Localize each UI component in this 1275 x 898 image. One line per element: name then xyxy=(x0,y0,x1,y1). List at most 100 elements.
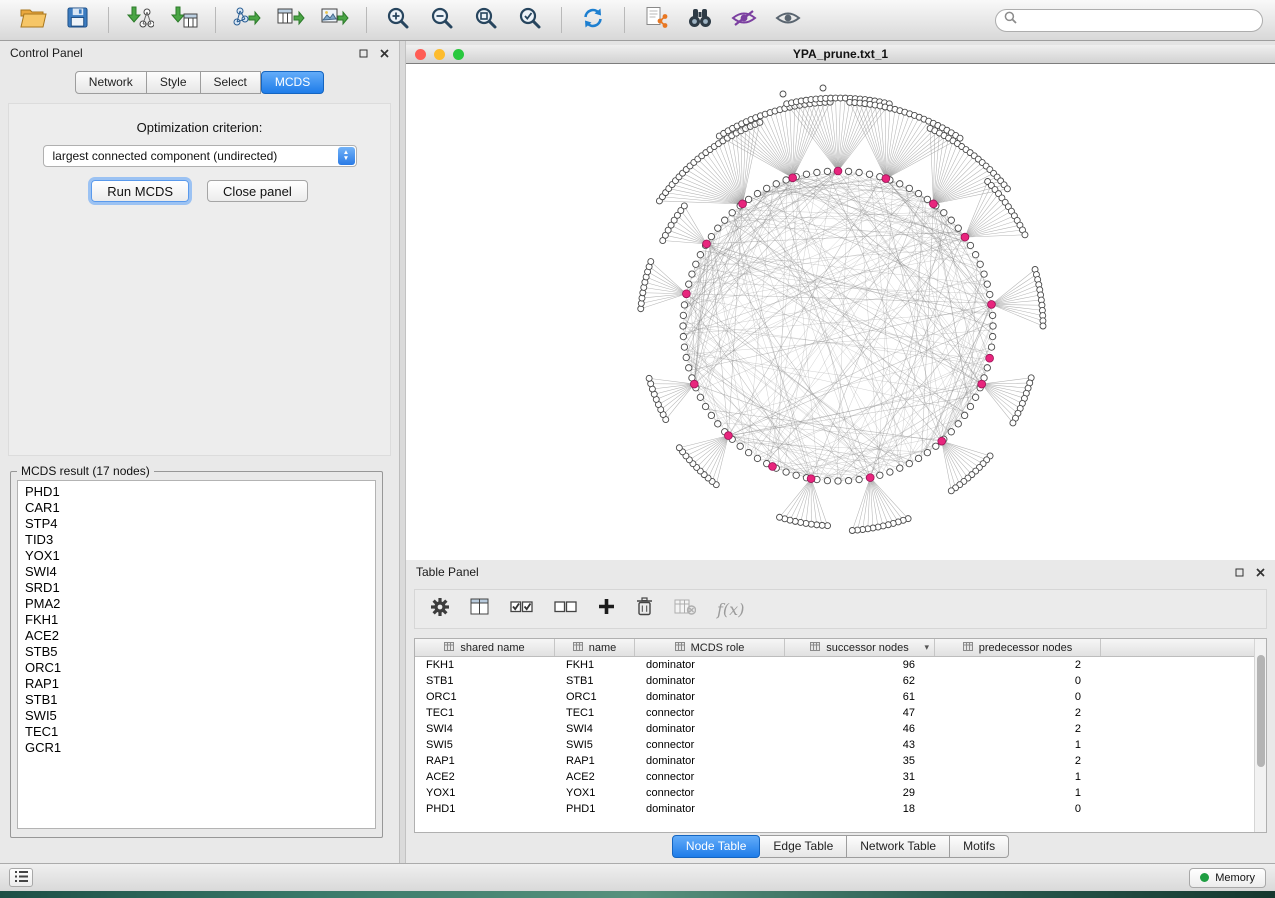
column-header-MCDS-role[interactable]: MCDS role xyxy=(635,639,785,656)
network-window-titlebar[interactable]: YPA_prune.txt_1 xyxy=(406,45,1275,64)
maximize-window-icon[interactable] xyxy=(453,49,464,60)
memory-button[interactable]: Memory xyxy=(1189,868,1266,888)
tab-edge-table[interactable]: Edge Table xyxy=(760,835,847,858)
zoom-in-icon xyxy=(386,6,410,35)
zoom-out-button[interactable] xyxy=(421,4,463,36)
cell-successor_nodes: 43 xyxy=(785,737,935,753)
tab-network[interactable]: Network xyxy=(75,71,147,94)
deselect-all-rows-button[interactable] xyxy=(554,599,577,619)
column-header-predecessor-nodes[interactable]: predecessor nodes xyxy=(935,639,1101,656)
export-table-button[interactable] xyxy=(270,4,312,36)
result-item[interactable]: PMA2 xyxy=(25,596,375,612)
cell-predecessor_nodes: 1 xyxy=(935,737,1101,753)
table-row[interactable]: PHD1PHD1dominator180 xyxy=(415,801,1254,817)
show-all-button[interactable] xyxy=(767,4,809,36)
tab-motifs[interactable]: Motifs xyxy=(950,835,1009,858)
control-panel-title: Control Panel xyxy=(10,46,83,60)
close-panel-icon[interactable] xyxy=(380,49,389,58)
cell-mcds_role: connector xyxy=(635,737,785,753)
open-file-button[interactable] xyxy=(12,4,54,36)
network-merge-button[interactable] xyxy=(635,4,677,36)
cell-mcds_role: dominator xyxy=(635,721,785,737)
table-scrollbar[interactable] xyxy=(1254,639,1266,832)
result-item[interactable]: SWI4 xyxy=(25,564,375,580)
float-panel-icon[interactable] xyxy=(359,49,368,58)
cell-name: STB1 xyxy=(555,673,635,689)
plus-icon xyxy=(598,598,615,620)
result-item[interactable]: ACE2 xyxy=(25,628,375,644)
mcds-result-list[interactable]: PHD1CAR1STP4TID3YOX1SWI4SRD1PMA2FKH1ACE2… xyxy=(17,480,376,829)
table-row[interactable]: STB1STB1dominator620 xyxy=(415,673,1254,689)
result-item[interactable]: YOX1 xyxy=(25,548,375,564)
cell-successor_nodes: 62 xyxy=(785,673,935,689)
table-row[interactable]: SWI4SWI4dominator462 xyxy=(415,721,1254,737)
cell-mcds_role: connector xyxy=(635,705,785,721)
result-item[interactable]: RAP1 xyxy=(25,676,375,692)
table-row[interactable]: SWI5SWI5connector431 xyxy=(415,737,1254,753)
result-item[interactable]: SRD1 xyxy=(25,580,375,596)
result-item[interactable]: STP4 xyxy=(25,516,375,532)
cell-name: PHD1 xyxy=(555,801,635,817)
export-network-button[interactable] xyxy=(226,4,268,36)
result-item[interactable]: STB5 xyxy=(25,644,375,660)
column-header-successor-nodes[interactable]: successor nodes▾ xyxy=(785,639,935,656)
tab-select[interactable]: Select xyxy=(201,71,261,94)
result-item[interactable]: TEC1 xyxy=(25,724,375,740)
result-item[interactable]: STB1 xyxy=(25,692,375,708)
show-columns-button[interactable] xyxy=(470,598,489,620)
import-network-button[interactable] xyxy=(119,4,161,36)
sort-chevron-icon[interactable]: ▾ xyxy=(924,642,929,653)
float-panel-icon[interactable] xyxy=(1235,568,1244,577)
network-graph[interactable] xyxy=(406,64,1275,560)
result-item[interactable]: SWI5 xyxy=(25,708,375,724)
apply-layout-button[interactable] xyxy=(572,4,614,36)
column-header-name[interactable]: name xyxy=(555,639,635,656)
table-row[interactable]: ACE2ACE2connector311 xyxy=(415,769,1254,785)
export-image-button[interactable] xyxy=(314,4,356,36)
global-search-field[interactable] xyxy=(995,9,1263,32)
zoom-selected-icon xyxy=(518,6,542,35)
import-table-button[interactable] xyxy=(163,4,205,36)
import-table-icon xyxy=(170,6,198,35)
task-history-button[interactable] xyxy=(9,868,33,887)
table-settings-button[interactable] xyxy=(431,598,449,621)
tab-network-table[interactable]: Network Table xyxy=(847,835,950,858)
table-row[interactable]: ORC1ORC1dominator610 xyxy=(415,689,1254,705)
table-row[interactable]: YOX1YOX1connector291 xyxy=(415,785,1254,801)
select-all-rows-button[interactable] xyxy=(510,599,533,619)
close-panel-icon[interactable] xyxy=(1256,568,1265,577)
toolbar-separator xyxy=(108,7,109,33)
result-item[interactable]: GCR1 xyxy=(25,740,375,756)
zoom-fit-button[interactable] xyxy=(465,4,507,36)
hide-selected-button[interactable] xyxy=(723,4,765,36)
result-item[interactable]: FKH1 xyxy=(25,612,375,628)
column-grid-icon xyxy=(444,642,454,654)
network-canvas[interactable] xyxy=(406,64,1275,560)
zoom-in-button[interactable] xyxy=(377,4,419,36)
memory-status-icon xyxy=(1200,873,1209,882)
scrollbar-thumb[interactable] xyxy=(1257,655,1265,767)
search-input[interactable] xyxy=(1022,10,1262,31)
result-item[interactable]: ORC1 xyxy=(25,660,375,676)
table-row[interactable]: RAP1RAP1dominator352 xyxy=(415,753,1254,769)
table-row[interactable]: TEC1TEC1connector472 xyxy=(415,705,1254,721)
table-tab-bar: Node Table Edge Table Network Table Moti… xyxy=(406,835,1275,858)
result-item[interactable]: PHD1 xyxy=(25,484,375,500)
delete-column-button[interactable] xyxy=(636,597,653,621)
tab-node-table[interactable]: Node Table xyxy=(672,835,761,858)
optimization-criterion-select[interactable]: largest connected component (undirected)… xyxy=(43,145,357,167)
save-button[interactable] xyxy=(56,4,98,36)
result-item[interactable]: TID3 xyxy=(25,532,375,548)
close-panel-button[interactable]: Close panel xyxy=(207,180,308,202)
tab-style[interactable]: Style xyxy=(147,71,201,94)
first-neighbors-button[interactable] xyxy=(679,4,721,36)
add-column-button[interactable] xyxy=(598,598,615,620)
result-item[interactable]: CAR1 xyxy=(25,500,375,516)
zoom-selected-button[interactable] xyxy=(509,4,551,36)
close-window-icon[interactable] xyxy=(415,49,426,60)
tab-mcds[interactable]: MCDS xyxy=(261,71,324,94)
column-header-shared-name[interactable]: shared name xyxy=(415,639,555,656)
minimize-window-icon[interactable] xyxy=(434,49,445,60)
run-mcds-button[interactable]: Run MCDS xyxy=(91,180,189,202)
table-row[interactable]: FKH1FKH1dominator962 xyxy=(415,657,1254,673)
